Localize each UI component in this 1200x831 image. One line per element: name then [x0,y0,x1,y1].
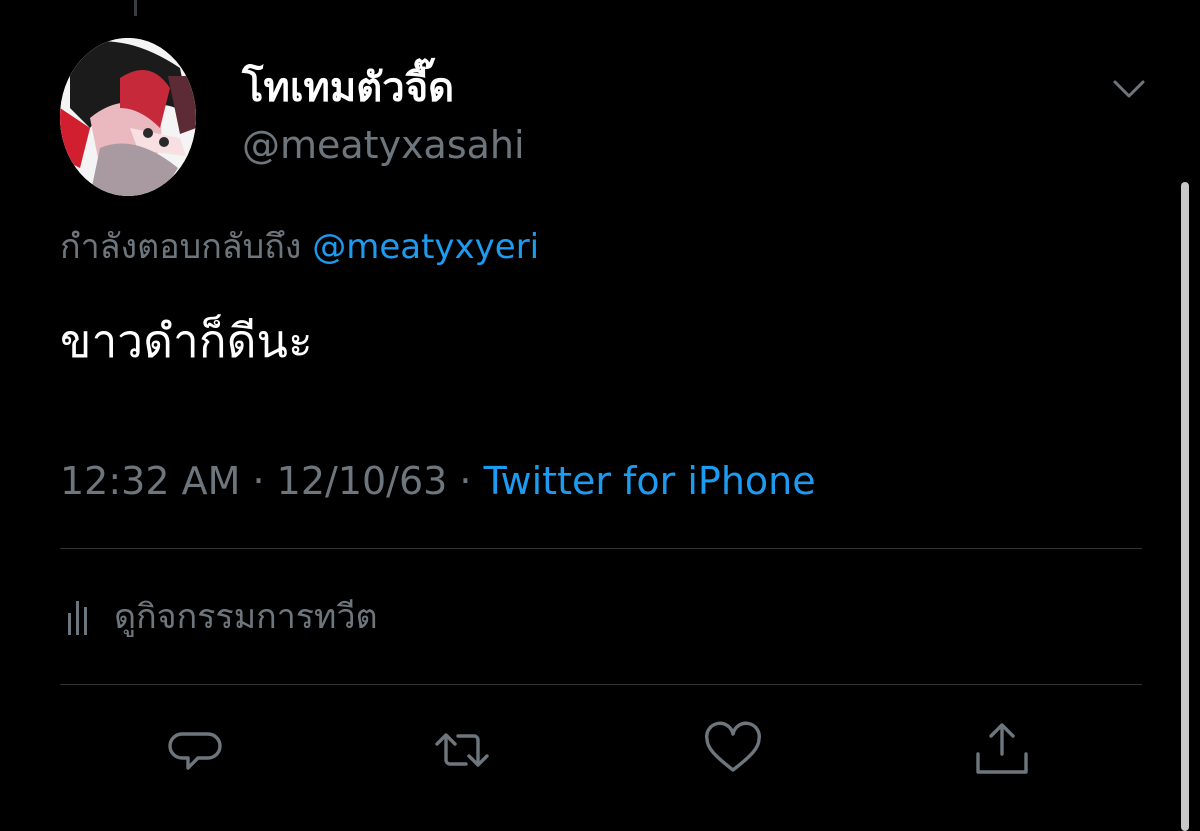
tweet-source-link[interactable]: Twitter for iPhone [484,459,816,503]
retweet-button[interactable] [432,720,492,780]
meta-separator: · [252,459,265,503]
replying-to-prefix: กำลังตอบกลับถึง [60,227,302,267]
tweet-text: ขาวดำก็ดีนะ [60,314,313,368]
top-divider-tick [134,0,137,16]
tweet-date[interactable]: 12/10/63 [277,459,448,503]
share-button[interactable] [972,720,1032,780]
replying-to-mention-link[interactable]: @meatyxyeri [312,227,539,267]
heart-icon [705,721,761,772]
author-display-name[interactable]: โทเทมตัวจี๊ด [242,64,454,112]
meta-separator: · [459,459,472,503]
retweet-icon [435,733,489,767]
reply-bubble-icon [168,732,222,770]
divider [60,684,1142,685]
author-handle[interactable]: @meatyxasahi [242,122,525,168]
replying-to-line: กำลังตอบกลับถึง @meatyxyeri [60,224,539,270]
tweet-time[interactable]: 12:32 AM [60,459,240,503]
view-tweet-activity-button[interactable]: ดูกิจกรรมการทวีต [60,592,378,642]
share-upload-icon [976,723,1028,774]
analytics-bars-icon [68,601,87,635]
scrollbar[interactable] [1181,182,1189,831]
tweet-meta: 12:32 AM · 12/10/63 · Twitter for iPhone [60,456,816,506]
more-options-button[interactable] [1106,66,1152,112]
divider [60,548,1142,549]
like-button[interactable] [703,720,763,780]
chevron-down-icon [1113,80,1145,98]
view-tweet-activity-label: ดูกิจกรรมการทวีต [114,597,378,637]
avatar[interactable] [60,38,196,196]
avatar-image [60,38,196,196]
reply-button[interactable] [164,720,224,780]
